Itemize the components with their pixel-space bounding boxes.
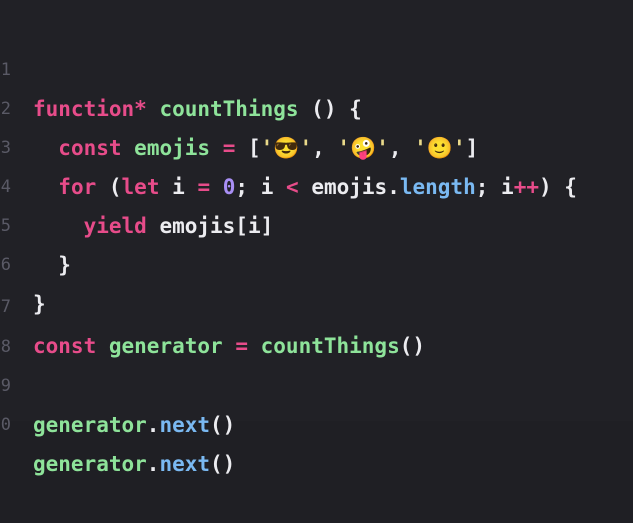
code-line: 0 generator.next() <box>0 367 236 476</box>
number-literal: 0 <box>222 175 236 199</box>
operator: ++ <box>513 175 539 199</box>
identifier: emojis <box>311 175 388 199</box>
punctuation: ( <box>96 175 122 199</box>
punctuation: . <box>146 413 160 437</box>
code-line: 7 const generator = countThings() <box>0 249 425 358</box>
identifier: i <box>260 175 274 199</box>
punctuation: () <box>210 413 236 437</box>
operator: < <box>286 175 299 199</box>
punctuation: . <box>146 452 160 476</box>
punctuation: , <box>388 136 402 160</box>
code-line: 2 const emojis = ['😎', '🤪', '🙂'] <box>0 51 479 160</box>
operator: = <box>235 334 248 358</box>
punctuation: [ <box>248 136 261 160</box>
string-literal: '😎' <box>260 136 313 160</box>
punctuation: , <box>312 136 325 160</box>
punctuation: () { <box>298 97 362 121</box>
punctuation: () <box>210 452 236 476</box>
identifier: i <box>501 175 514 199</box>
punctuation: ) { <box>538 175 577 199</box>
code-line: 6 } <box>0 207 51 316</box>
string-literal: '🙂' <box>414 136 466 160</box>
function-call: countThings <box>260 334 400 358</box>
variable-name: emojis <box>134 136 211 160</box>
method-name: next <box>159 452 211 476</box>
expression: emojis[i] <box>159 214 274 238</box>
identifier: i <box>172 175 185 199</box>
punctuation: ] <box>465 136 479 160</box>
code-line: 3 for (let i = 0; i < emojis.length; i++… <box>0 90 577 199</box>
function-name: countThings <box>159 97 299 121</box>
method-name: next <box>159 413 211 437</box>
punctuation: () <box>399 334 426 358</box>
code-line: 5 } <box>0 168 71 277</box>
code-line: 8 <box>0 289 51 357</box>
property: length <box>399 175 476 199</box>
keyword: let <box>121 175 160 199</box>
code-line: 9 generator.next() <box>0 328 236 437</box>
punctuation: ; <box>235 175 249 199</box>
code-line: 1 function* countThings () { <box>0 12 362 121</box>
code-editor[interactable]: 1 function* countThings () { 2 const emo… <box>0 0 633 476</box>
punctuation: } <box>58 253 71 277</box>
punctuation: . <box>387 175 400 199</box>
operator: = <box>222 136 236 160</box>
keyword: for <box>58 175 97 199</box>
operator: = <box>197 175 211 199</box>
identifier: generator <box>33 452 147 476</box>
string-literal: '🤪' <box>337 136 389 160</box>
line-number: 0 <box>0 415 11 435</box>
punctuation: ; <box>475 175 489 199</box>
variable-name: generator <box>108 334 223 358</box>
keyword: yield <box>83 214 147 238</box>
code-line: 4 yield emojis[i] <box>0 129 274 238</box>
keyword: const <box>58 136 122 160</box>
